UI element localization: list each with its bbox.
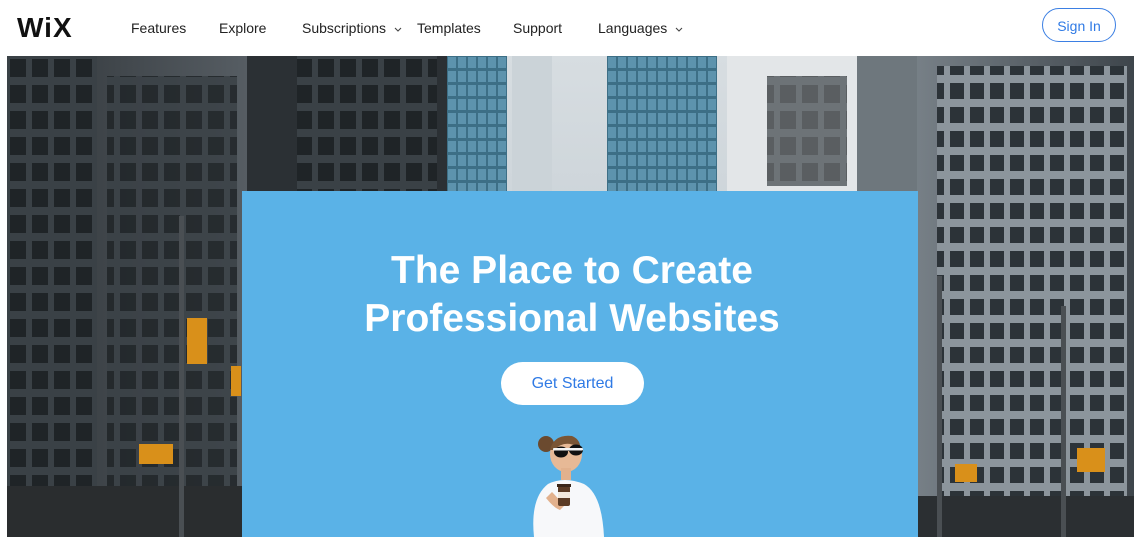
- nav-support[interactable]: Support: [513, 19, 562, 37]
- nav-templates[interactable]: Templates: [417, 19, 481, 37]
- get-started-button[interactable]: Get Started: [501, 362, 644, 405]
- nav-languages-label: Languages: [598, 20, 668, 36]
- nav-subscriptions[interactable]: Subscriptions: [302, 19, 403, 37]
- nav-explore[interactable]: Explore: [219, 19, 266, 37]
- nav-languages[interactable]: Languages: [598, 19, 684, 37]
- sign-in-button[interactable]: Sign In: [1042, 8, 1116, 42]
- nav-subscriptions-label: Subscriptions: [302, 20, 387, 36]
- top-navigation-bar: WiX Features Explore Subscriptions Templ…: [0, 0, 1134, 56]
- hero-headline-line2: Professional Websites: [364, 297, 780, 340]
- hero-headline-line1: The Place to Create: [391, 249, 753, 292]
- chevron-down-icon: [675, 27, 683, 33]
- wix-logo[interactable]: WiX: [17, 11, 73, 45]
- woman-with-coffee-image: [533, 435, 604, 537]
- hero-headline: The Place to Create Professional Website…: [242, 247, 902, 343]
- chevron-down-icon: [394, 27, 402, 33]
- nav-features[interactable]: Features: [131, 19, 186, 37]
